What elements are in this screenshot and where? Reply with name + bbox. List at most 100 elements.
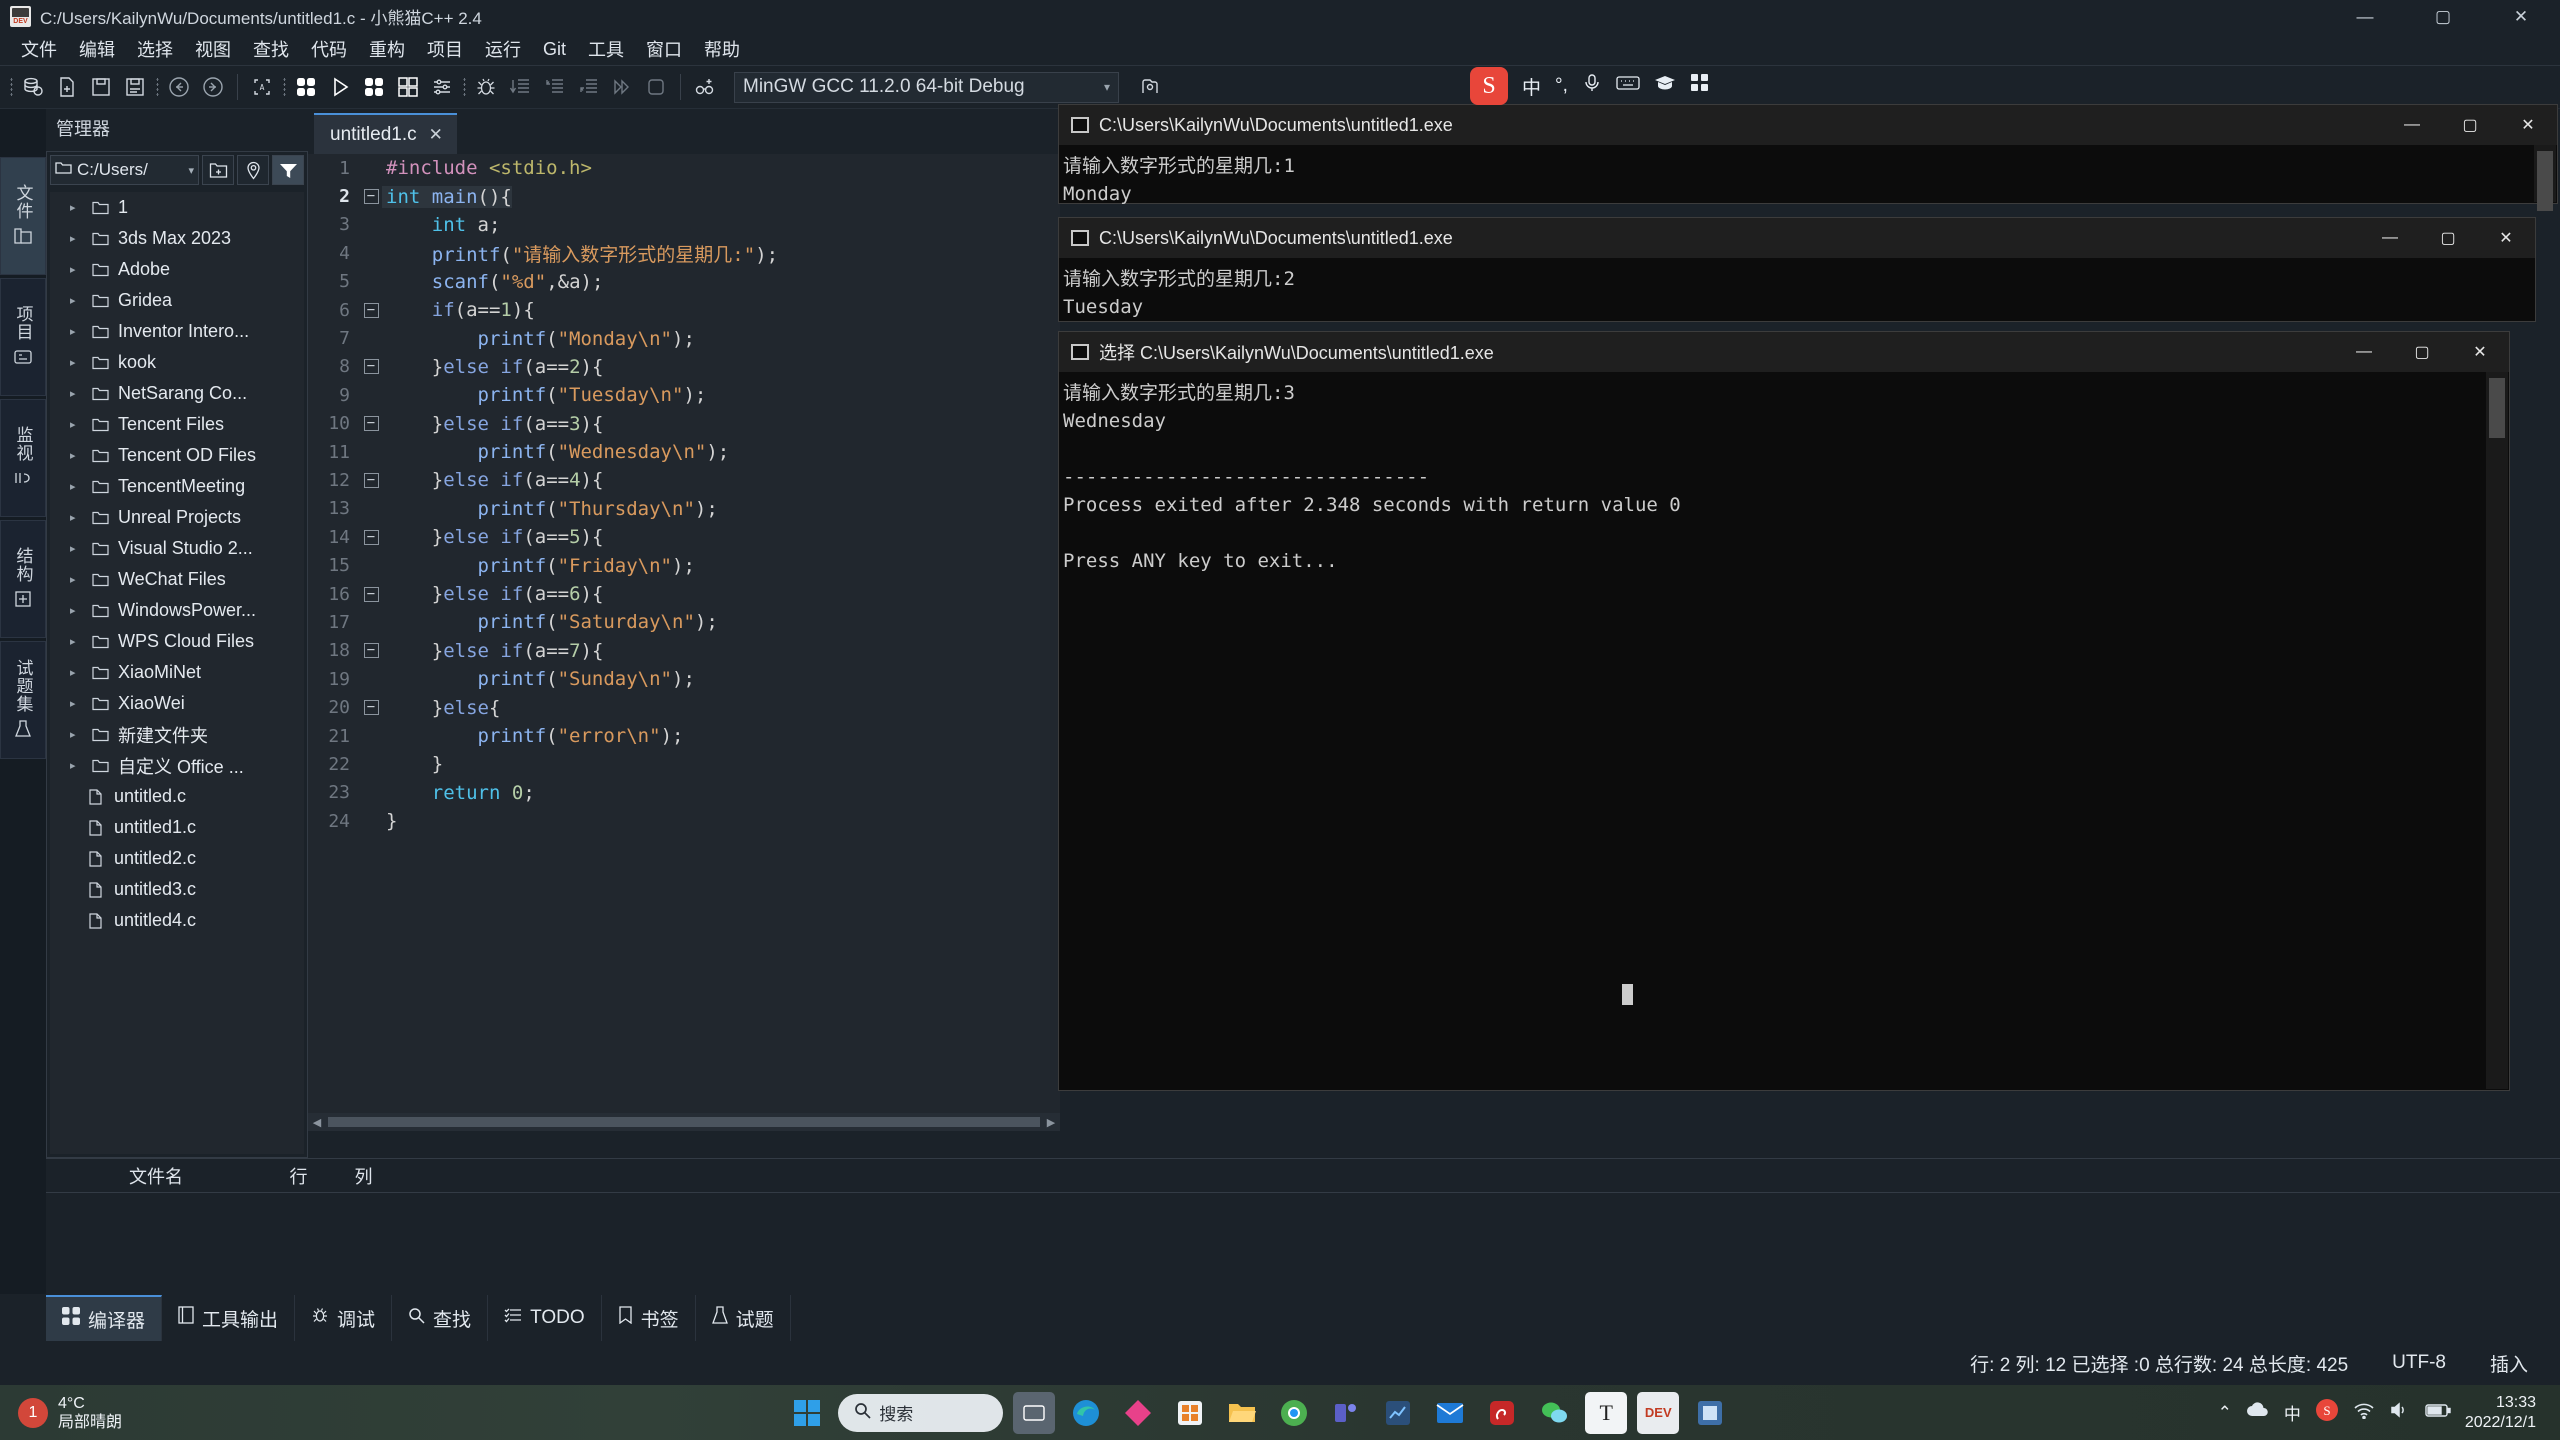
step-out-icon[interactable] — [571, 70, 605, 104]
rail-tab-1[interactable]: 项目 — [0, 278, 46, 396]
toolbar-grip[interactable] — [6, 76, 16, 98]
ime-mode-label[interactable]: 中 — [1522, 73, 1541, 100]
chevron-right-icon[interactable]: ▸ — [70, 759, 84, 772]
run-icon[interactable] — [323, 70, 357, 104]
compile-icon[interactable] — [289, 70, 323, 104]
save-as-icon[interactable] — [118, 70, 152, 104]
fold-toggle-icon[interactable]: − — [360, 189, 382, 205]
console-window-2[interactable]: C:\Users\KailynWu\Documents\untitled1.ex… — [1058, 217, 2536, 322]
ime-tray-label[interactable]: 中 — [2284, 1400, 2301, 1425]
taskbar-search[interactable]: 搜索 — [838, 1393, 1004, 1432]
sogou-icon[interactable]: S — [2315, 1398, 2339, 1427]
console-titlebar-2[interactable]: C:\Users\KailynWu\Documents\untitled1.ex… — [1059, 218, 2535, 258]
menu-item-9[interactable]: Git — [532, 34, 577, 65]
console-close-1[interactable]: ✕ — [2499, 105, 2557, 145]
code-line[interactable]: 9 printf("Tuesday\n"); — [308, 381, 1060, 409]
wechat-icon[interactable] — [1533, 1392, 1575, 1434]
chevron-right-icon[interactable]: ▸ — [70, 604, 84, 617]
bottom-tab-2[interactable]: 调试 — [295, 1295, 393, 1341]
select-all-icon[interactable]: A — [245, 70, 279, 104]
code-line[interactable]: 13 printf("Thursday\n"); — [308, 495, 1060, 523]
code-editor[interactable]: 1 #include <stdio.h> 2− int main(){3 int a;… — [308, 154, 1060, 1113]
tree-row[interactable]: untitled1.c — [50, 812, 304, 843]
console-maximize-1[interactable]: ▢ — [2441, 105, 2499, 145]
console-minimize-2[interactable]: — — [2361, 218, 2419, 258]
taskbar-clock[interactable]: 13:33 2022/12/1 — [2465, 1393, 2546, 1433]
mail-icon[interactable] — [1429, 1392, 1471, 1434]
close-button[interactable]: ✕ — [2482, 0, 2560, 33]
compile-run-icon[interactable] — [357, 70, 391, 104]
new-file-icon[interactable] — [50, 70, 84, 104]
tree-row[interactable]: ▸ WPS Cloud Files — [50, 626, 304, 657]
explorer-icon[interactable] — [1221, 1392, 1263, 1434]
tree-row[interactable]: ▸ 自定义 Office ... — [50, 750, 304, 781]
menu-item-12[interactable]: 帮助 — [693, 31, 751, 67]
fold-toggle-icon[interactable]: − — [360, 472, 382, 488]
menu-item-2[interactable]: 选择 — [126, 31, 184, 67]
code-line[interactable]: 1 #include <stdio.h> — [308, 154, 1060, 182]
tree-row[interactable]: ▸ Visual Studio 2... — [50, 533, 304, 564]
code-line[interactable]: 18− }else if(a==7){ — [308, 637, 1060, 665]
code-line[interactable]: 10− }else if(a==3){ — [308, 410, 1060, 438]
code-line[interactable]: 20− }else{ — [308, 693, 1060, 721]
code-line[interactable]: 8− }else if(a==2){ — [308, 353, 1060, 381]
chevron-right-icon[interactable]: ▸ — [70, 263, 84, 276]
tree-row[interactable]: ▸ XiaoWei — [50, 688, 304, 719]
project-settings-icon[interactable] — [1133, 70, 1167, 104]
task-view-icon[interactable] — [1013, 1391, 1056, 1434]
chevron-up-icon[interactable]: ⌃ — [2218, 1403, 2232, 1423]
console-scrollbar-1[interactable] — [2534, 145, 2556, 211]
windows-start-icon[interactable] — [786, 1392, 828, 1434]
apps-icon[interactable] — [1690, 73, 1710, 99]
tree-row[interactable]: ▸ Tencent Files — [50, 409, 304, 440]
tree-row[interactable]: untitled4.c — [50, 905, 304, 936]
edge-icon[interactable] — [1065, 1392, 1107, 1434]
code-line[interactable]: 3 int a; — [308, 211, 1060, 239]
bottom-tab-0[interactable]: 编译器 — [46, 1295, 163, 1341]
encoding-status[interactable]: UTF-8 — [2370, 1352, 2468, 1374]
tree-row[interactable]: ▸ 1 — [50, 192, 304, 223]
code-line[interactable]: 22 } — [308, 750, 1060, 778]
chevron-right-icon[interactable]: ▸ — [70, 480, 84, 493]
fold-toggle-icon[interactable]: − — [360, 302, 382, 318]
console-window-1[interactable]: C:\Users\KailynWu\Documents\untitled1.ex… — [1058, 104, 2558, 211]
bottom-tab-3[interactable]: 查找 — [392, 1295, 489, 1341]
path-dropdown[interactable]: C:/Users/ ▾ — [50, 155, 199, 185]
tree-row[interactable]: ▸ 3ds Max 2023 — [50, 223, 304, 254]
code-line[interactable]: 4 printf("请输入数字形式的星期几:"); — [308, 239, 1060, 267]
minimize-button[interactable]: — — [2326, 0, 2404, 33]
menu-item-7[interactable]: 项目 — [416, 31, 474, 67]
scroll-right-icon[interactable]: ▶ — [1042, 1116, 1060, 1129]
photoshop-icon[interactable] — [1117, 1392, 1159, 1434]
bottom-tab-5[interactable]: 书签 — [602, 1295, 696, 1341]
fold-toggle-icon[interactable]: − — [360, 643, 382, 659]
code-line[interactable]: 2− int main(){ — [308, 182, 1060, 210]
code-line[interactable]: 12− }else if(a==4){ — [308, 466, 1060, 494]
code-line[interactable]: 7 printf("Monday\n"); — [308, 324, 1060, 352]
sogou-logo-icon[interactable]: S — [1470, 67, 1508, 105]
chevron-right-icon[interactable]: ▸ — [70, 542, 84, 555]
code-line[interactable]: 5 scanf("%d",&a); — [308, 268, 1060, 296]
chrome-icon[interactable] — [1273, 1392, 1315, 1434]
add-watch-icon[interactable] — [688, 70, 722, 104]
toolbar-grip-2[interactable] — [152, 76, 162, 98]
menu-item-0[interactable]: 文件 — [10, 31, 68, 67]
chart-icon[interactable] — [1377, 1392, 1419, 1434]
step-over-icon[interactable] — [503, 70, 537, 104]
vs-icon[interactable] — [1689, 1392, 1731, 1434]
bottom-tab-4[interactable]: TODO — [488, 1295, 602, 1341]
chevron-right-icon[interactable]: ▸ — [70, 449, 84, 462]
code-line[interactable]: 21 printf("error\n"); — [308, 722, 1060, 750]
filter-icon[interactable] — [272, 155, 304, 185]
console-close-3[interactable]: ✕ — [2451, 332, 2509, 372]
file-tree[interactable]: ▸ 1 ▸ 3ds Max 2023 ▸ Adobe ▸ Gridea ▸ Inventor In… — [50, 192, 304, 1154]
step-into-icon[interactable] — [537, 70, 571, 104]
column-line[interactable]: 行 — [266, 1163, 331, 1189]
tree-row[interactable]: ▸ Gridea — [50, 285, 304, 316]
wifi-icon[interactable] — [2353, 1402, 2375, 1424]
mic-icon[interactable] — [1582, 73, 1602, 99]
fold-toggle-icon[interactable]: − — [360, 700, 382, 716]
back-icon[interactable] — [162, 70, 196, 104]
toolbar-grip-4[interactable] — [459, 76, 469, 98]
volume-icon[interactable] — [2389, 1401, 2411, 1424]
